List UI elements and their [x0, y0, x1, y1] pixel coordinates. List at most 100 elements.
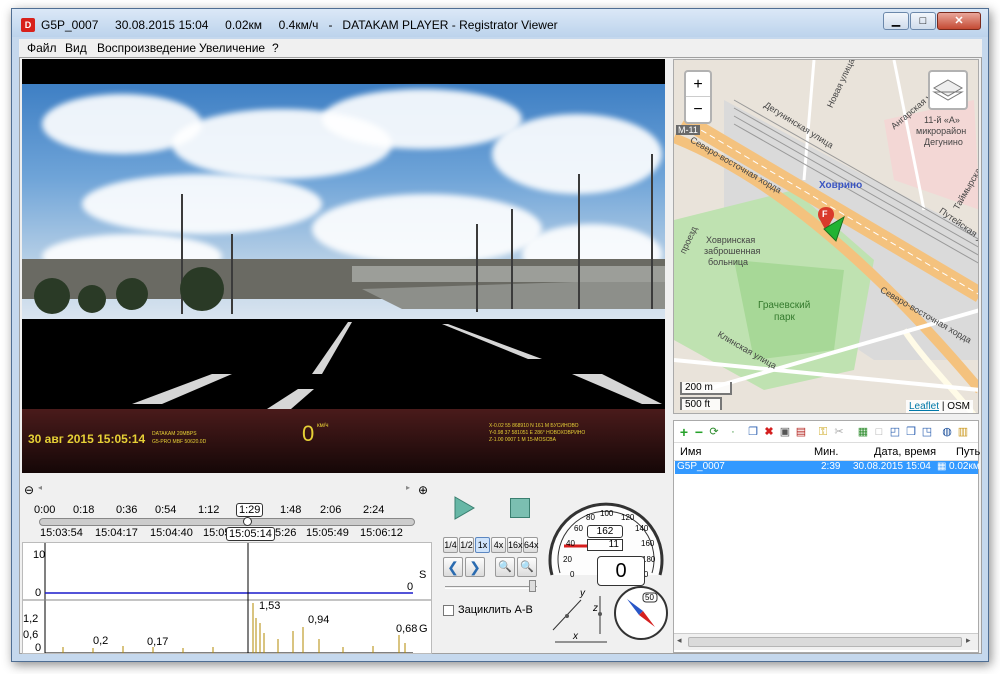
file-list-panel: + − ⟳ · ❐ ✖ ▣ ▤ ⚿ ✂ ▦ □ ◰ ❒ ◳ ◍ ▥ Имя Ми…	[673, 420, 980, 653]
row-datetime: 30.08.2015 15:04	[853, 461, 931, 472]
app-icon: D	[21, 18, 35, 32]
g-annotation: 0,94	[308, 614, 330, 626]
window-icon[interactable]: ◰	[888, 425, 902, 439]
video-frame[interactable]: 30 авг 2015 15:05:14 DATAKAM 20MBPS G5-P…	[22, 59, 665, 473]
blank-icon[interactable]: □	[872, 425, 886, 439]
scroll-right-icon[interactable]: ▸	[406, 483, 410, 492]
gauge-label: 40	[566, 539, 575, 548]
table-row[interactable]: G5P_0007 2:39 30.08.2015 15:04 ▦ 0.02км	[675, 461, 980, 474]
time-tick: 2:06	[320, 504, 342, 516]
column-name[interactable]: Имя	[680, 443, 701, 461]
playhead[interactable]	[243, 517, 252, 526]
column-datetime[interactable]: Дата, время	[874, 443, 936, 461]
layout-icon[interactable]: ◳	[920, 425, 934, 439]
current-clock-marker: 15:05:14	[226, 527, 275, 541]
prev-frame-icon[interactable]: ❮	[443, 557, 463, 577]
speed-half[interactable]: 1/2	[459, 537, 474, 553]
globe-icon[interactable]: ◍	[940, 425, 954, 439]
menu-help[interactable]: ?	[272, 41, 279, 55]
time-tick: 0:18	[73, 504, 95, 516]
menu-playback[interactable]: Воспроизведение	[97, 41, 196, 55]
gauge-label: 100	[600, 509, 614, 518]
current-time-marker: 1:29	[236, 503, 264, 517]
dot-icon[interactable]: ·	[726, 425, 740, 439]
speed-quarter[interactable]: 1/4	[443, 537, 458, 553]
client-area: 30 авг 2015 15:05:14 DATAKAM 20MBPS G5-P…	[19, 57, 982, 654]
cascade-icon[interactable]: ❒	[904, 425, 918, 439]
video-info-e: Z-1.00 0007 1 M 15-MOSCBA	[489, 437, 556, 443]
scale-meters: 200 m	[680, 382, 732, 395]
time-tick: 0:00	[34, 504, 56, 516]
maximize-button[interactable]: □	[910, 12, 936, 30]
row-name: G5P_0007	[677, 461, 725, 472]
scroll-left-icon[interactable]: ◂	[677, 635, 682, 646]
marker-letter: F	[822, 209, 828, 219]
column-minutes[interactable]: Мин.	[814, 443, 838, 461]
add-icon[interactable]: +	[677, 425, 691, 439]
scroll-right-icon[interactable]: ▸	[966, 635, 971, 646]
menu-zoom[interactable]: Увеличение	[199, 41, 265, 55]
axis-x-label: x	[573, 631, 578, 642]
zoom-minus-icon[interactable]: 🔍	[495, 557, 515, 577]
video-info-b: G5-PRO MBF 50620.0D	[152, 439, 207, 445]
map-panel[interactable]: Новая улица Дегунинская улица Ангарская …	[673, 59, 979, 414]
map-label: микрорайон	[916, 126, 967, 136]
g-annotation: 0,2	[93, 635, 109, 647]
copy-icon[interactable]: ❐	[746, 425, 760, 439]
key-icon[interactable]: ⚿	[816, 425, 830, 439]
refresh-icon[interactable]: ⟳	[707, 425, 721, 439]
map-zoom-in-button[interactable]: +	[686, 72, 710, 97]
chart-icon[interactable]: ▥	[956, 425, 970, 439]
next-frame-icon[interactable]: ❯	[465, 557, 485, 577]
gauge-label: 20	[563, 555, 572, 564]
clock-tick: 5:26	[275, 527, 297, 539]
zoom-in-icon[interactable]: ⊕	[418, 483, 428, 497]
map-attribution: Leaflet | OSM	[906, 400, 973, 413]
video-scene	[22, 154, 665, 429]
telemetry-graphs[interactable]: 10 0 S 0 1,2 0,6 0 G 0,2 0,17 1,53 0,94 …	[22, 542, 432, 654]
zoom-out-icon[interactable]: ⊖	[24, 483, 34, 497]
speed-ymin: 0	[35, 587, 42, 599]
zoom-plus-icon[interactable]: 🔍	[517, 557, 537, 577]
gauge-label: 160	[641, 539, 655, 548]
stop-icon[interactable]	[510, 498, 530, 518]
scrollbar-thumb[interactable]	[688, 637, 962, 647]
play-icon[interactable]	[452, 495, 478, 521]
column-path[interactable]: Путь	[956, 443, 980, 461]
menu-bar: Файл Вид Воспроизведение Увеличение ?	[19, 39, 982, 57]
compass-heading: 50	[645, 593, 654, 602]
map-zoom-out-button[interactable]: −	[686, 97, 710, 122]
speed-4x[interactable]: 4x	[491, 537, 506, 553]
volume-thumb[interactable]	[529, 580, 536, 592]
menu-file[interactable]: Файл	[27, 41, 57, 55]
horizontal-scrollbar[interactable]: ◂ ▸	[674, 633, 978, 650]
speed-16x[interactable]: 16x	[507, 537, 523, 553]
close-button[interactable]: ✕	[937, 12, 981, 30]
gauge-label: 0	[570, 570, 575, 579]
loop-checkbox[interactable]	[443, 605, 454, 616]
timeline-track[interactable]	[39, 518, 415, 526]
speed-64x[interactable]: 64x	[523, 537, 539, 553]
layers-icon[interactable]	[928, 70, 968, 110]
clock-tick: 15:06:12	[360, 527, 403, 539]
scroll-left-icon[interactable]: ◂	[38, 483, 42, 492]
map-label: 11-й «А»	[924, 115, 960, 125]
minimize-button[interactable]: ▁	[883, 12, 909, 30]
leaflet-link[interactable]: Leaflet	[909, 401, 939, 412]
volume-slider[interactable]	[445, 586, 537, 589]
export-icon[interactable]: ▤	[794, 425, 808, 439]
speed-ymax: 10	[33, 549, 46, 561]
gauge-label: 140	[635, 524, 649, 533]
speed-1x[interactable]: 1x	[475, 537, 490, 553]
cut-icon[interactable]: ✂	[832, 425, 846, 439]
g-annotation: 0,68	[396, 623, 418, 635]
map-label: Дегунино	[924, 137, 963, 147]
app-window: D G5P_0007 30.08.2015 15:04 0.02км 0.4км…	[11, 8, 989, 662]
edit-icon[interactable]: ▦	[856, 425, 870, 439]
delete-icon[interactable]: ✖	[762, 425, 776, 439]
timeline[interactable]: ⊖ ◂ ▸ ⊕ 0:00 0:18 0:36 0:54 1:12 1:29 1:…	[22, 483, 428, 543]
menu-view[interactable]: Вид	[65, 41, 87, 55]
save-icon[interactable]: ▣	[778, 425, 792, 439]
map-label: парк	[774, 312, 795, 323]
remove-icon[interactable]: −	[692, 425, 706, 439]
